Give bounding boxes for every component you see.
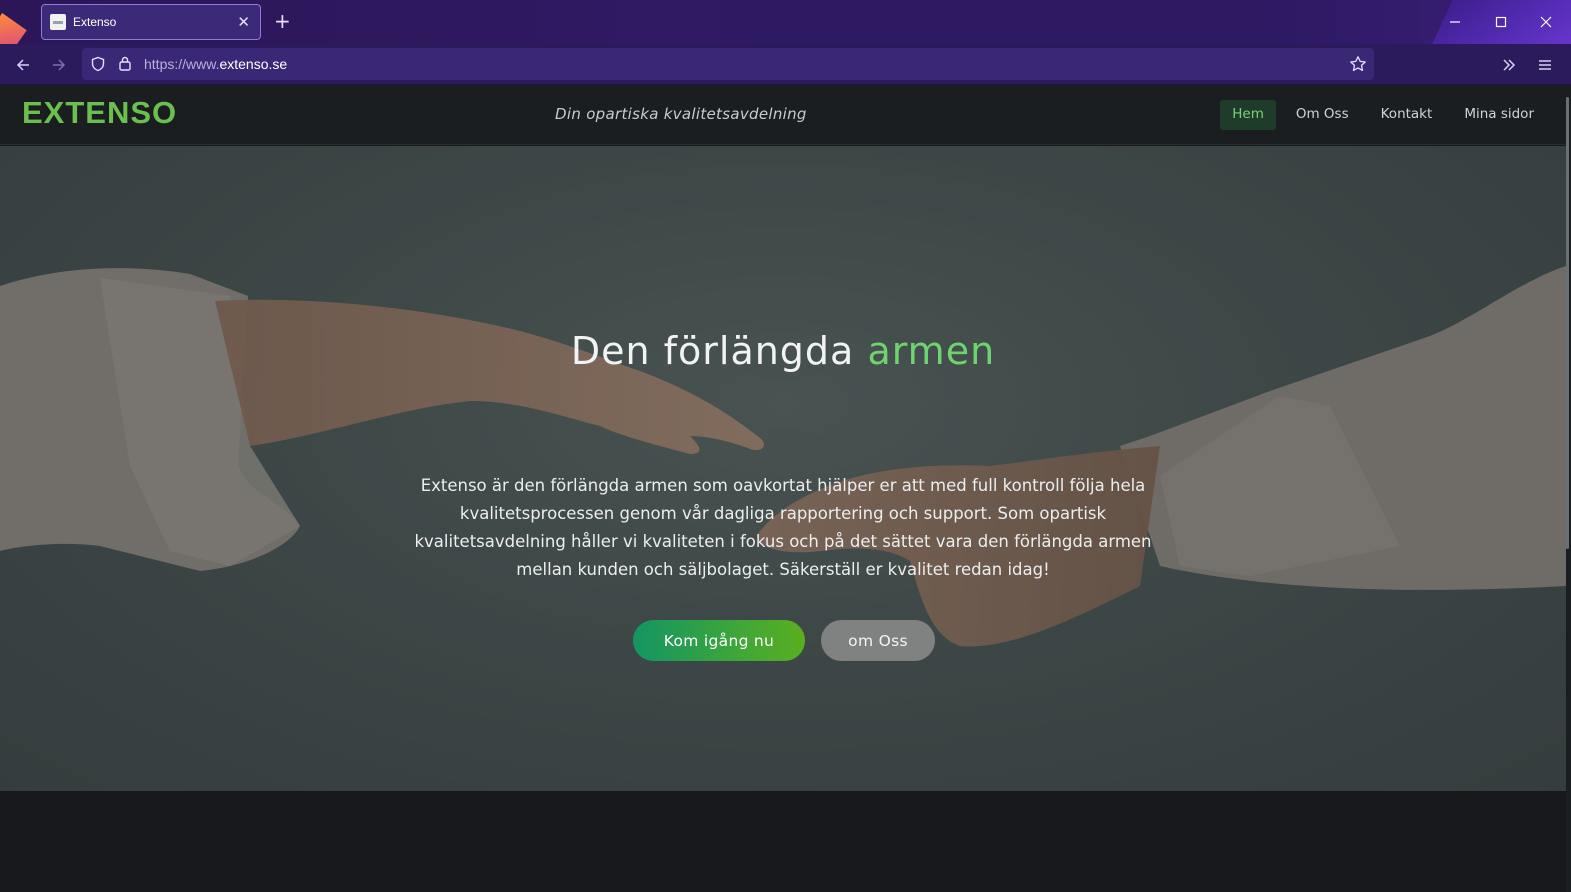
- site-logo[interactable]: EXTENSO: [22, 95, 177, 131]
- extensions-overflow-button[interactable]: [1496, 52, 1522, 78]
- forward-button[interactable]: [46, 52, 72, 78]
- maximize-icon: [1495, 16, 1507, 28]
- close-tab-icon[interactable]: ✕: [237, 14, 250, 30]
- nav-link-kontakt[interactable]: Kontakt: [1369, 100, 1445, 130]
- app-menu-button[interactable]: [1532, 52, 1558, 78]
- back-button[interactable]: [10, 52, 36, 78]
- new-tab-button[interactable]: +: [274, 10, 291, 32]
- browser-titlebar: Extenso ✕ +: [0, 0, 1571, 44]
- theme-decoration: [0, 13, 27, 44]
- url-text[interactable]: https://www.extenso.se: [144, 56, 287, 72]
- url-host: extenso.se: [219, 56, 288, 72]
- get-started-button[interactable]: Kom igång nu: [633, 620, 805, 661]
- browser-tab[interactable]: Extenso ✕: [41, 4, 261, 40]
- site-tagline: Din opartiska kvalitetsavdelning: [555, 105, 807, 123]
- arrow-left-icon: [16, 59, 29, 71]
- favicon-icon: [50, 14, 66, 30]
- site-header: EXTENSO Din opartiska kvalitetsavdelning…: [0, 85, 1566, 145]
- nav-link-hem[interactable]: Hem: [1220, 100, 1276, 130]
- hamburger-menu-icon: [1539, 60, 1551, 70]
- scrollbar-thumb[interactable]: [1566, 97, 1569, 549]
- nav-link-mina-sidor[interactable]: Mina sidor: [1452, 100, 1546, 130]
- close-icon: [1540, 16, 1552, 28]
- bookmark-star-icon[interactable]: [1349, 55, 1367, 73]
- maximize-window-button[interactable]: [1478, 0, 1524, 44]
- close-window-button[interactable]: [1523, 0, 1569, 44]
- hero-title-main: Den förlängda: [570, 329, 855, 373]
- about-us-button[interactable]: om Oss: [821, 620, 935, 661]
- chevron-double-right-icon: [1503, 59, 1516, 71]
- hero-title-accent: armen: [867, 329, 996, 373]
- address-bar[interactable]: https://www.extenso.se: [82, 48, 1374, 80]
- hero-overlay: [0, 146, 1566, 791]
- next-section: [0, 791, 1566, 892]
- hero-description: Extenso är den förlängda armen som oavko…: [414, 476, 1152, 579]
- nav-link-om-oss[interactable]: Om Oss: [1284, 100, 1361, 130]
- minimize-window-button[interactable]: [1432, 0, 1478, 44]
- tab-title: Extenso: [73, 15, 117, 29]
- main-navigation: Hem Om Oss Kontakt Mina sidor: [1212, 100, 1546, 130]
- browser-navbar: https://www.extenso.se: [0, 44, 1571, 85]
- lock-icon[interactable]: [118, 55, 132, 72]
- minimize-icon: [1450, 21, 1460, 23]
- hero-title: Den förlängda armen: [0, 329, 1566, 373]
- shield-icon[interactable]: [90, 56, 106, 72]
- hero-section: Den förlängda armen Extenso är den förlä…: [0, 146, 1566, 791]
- page-scrollbar[interactable]: [1566, 85, 1571, 892]
- url-scheme: https://www.: [144, 56, 220, 72]
- arrow-right-icon: [53, 59, 66, 71]
